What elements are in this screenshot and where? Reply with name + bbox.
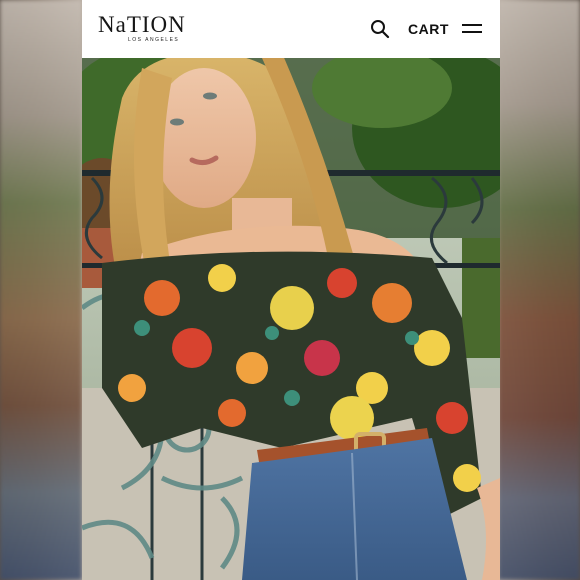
search-button[interactable]: [370, 19, 392, 41]
mobile-page: NaTION LOS ANGELES CART: [82, 0, 500, 580]
logo-subtext: LOS ANGELES: [128, 37, 180, 43]
cart-link[interactable]: CART: [408, 20, 449, 38]
menu-button[interactable]: [462, 22, 484, 36]
logo-wordmark: NaTION: [98, 12, 186, 37]
background-blur-left: [0, 0, 82, 580]
site-header: NaTION LOS ANGELES CART: [82, 0, 500, 59]
product-hero-image: [82, 58, 500, 580]
search-icon: [371, 20, 390, 39]
background-blur-right: [498, 0, 580, 580]
brand-logo[interactable]: NaTION LOS ANGELES: [98, 12, 198, 44]
